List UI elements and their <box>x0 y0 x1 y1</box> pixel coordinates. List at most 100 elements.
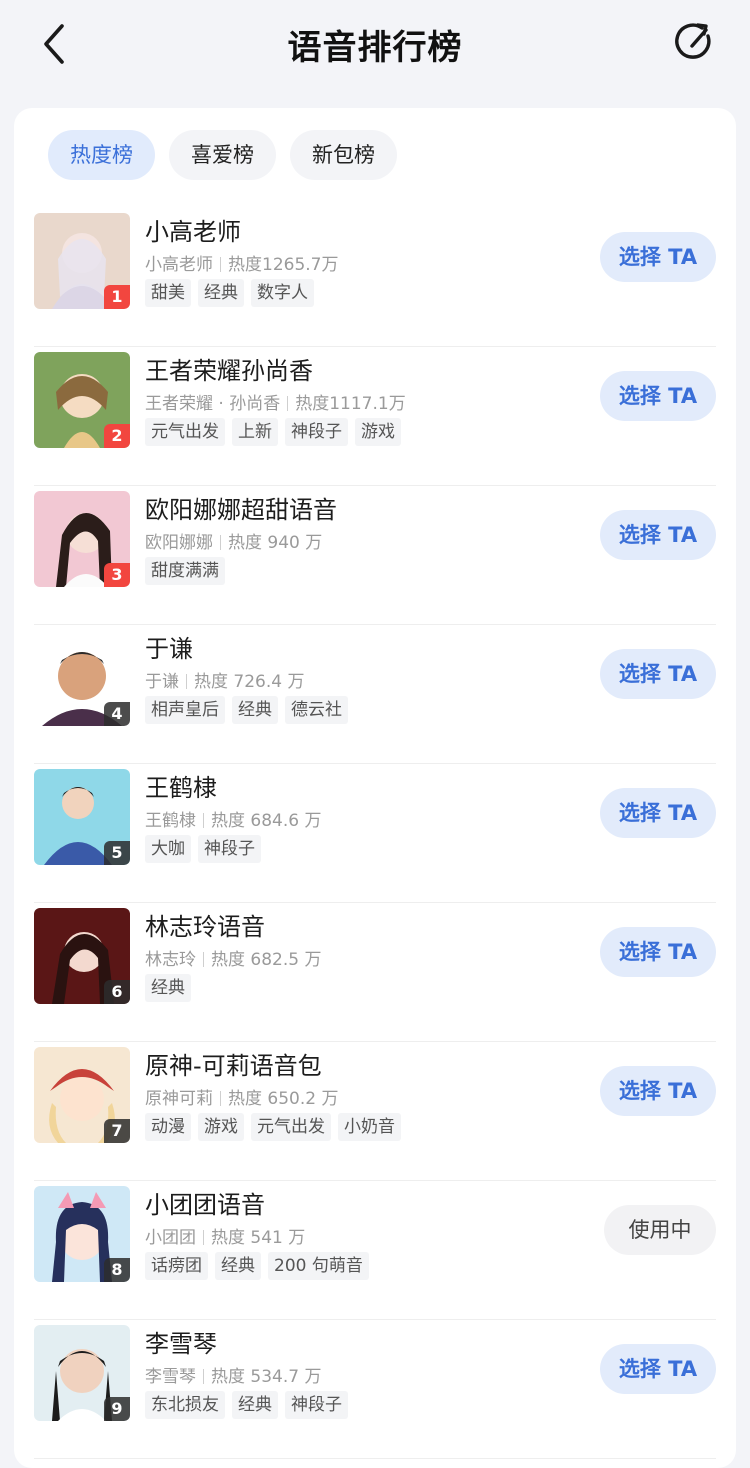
tag-list: 动漫 游戏 元气出发 小奶音 <box>145 1113 401 1141</box>
tag: 大咖 <box>145 835 191 863</box>
tag: 游戏 <box>198 1113 244 1141</box>
voice-meta: 王者荣耀 · 孙尚香 热度1117.1万 <box>145 389 406 414</box>
tag: 游戏 <box>355 418 401 446</box>
voice-meta: 林志玲 热度 682.5 万 <box>145 945 321 970</box>
ranking-tabs: 热度榜 喜爱榜 新包榜 <box>48 130 397 180</box>
voice-meta: 李雪琴 热度 534.7 万 <box>145 1362 321 1387</box>
meta-divider <box>203 952 204 967</box>
tag: 东北损友 <box>145 1391 225 1419</box>
select-button[interactable]: 选择 TA <box>600 510 716 560</box>
avatar: 6 <box>34 908 130 1004</box>
avatar: 7 <box>34 1047 130 1143</box>
rank-badge: 8 <box>104 1258 130 1282</box>
heat-count: 热度 726.4 万 <box>194 672 305 692</box>
in-use-button[interactable]: 使用中 <box>604 1205 716 1255</box>
rank-badge: 9 <box>104 1397 130 1421</box>
list-item: 7 原神-可莉语音包 原神可莉 热度 650.2 万 动漫 游戏 元气出发 小奶音… <box>34 1042 716 1181</box>
avatar: 2 <box>34 352 130 448</box>
list-item: 1 小高老师 小高老师 热度1265.7万 甜美 经典 数字人 选择 TA <box>34 208 716 347</box>
avatar: 5 <box>34 769 130 865</box>
avatar: 1 <box>34 213 130 309</box>
select-button[interactable]: 选择 TA <box>600 232 716 282</box>
voice-source: 原神可莉 <box>145 1089 213 1109</box>
voice-meta: 于谦 热度 726.4 万 <box>145 667 304 692</box>
tag: 经典 <box>198 279 244 307</box>
heat-count: 热度1265.7万 <box>228 255 339 275</box>
voice-name: 于谦 <box>145 635 193 663</box>
refresh-icon[interactable] <box>672 20 716 64</box>
tag: 小奶音 <box>338 1113 401 1141</box>
rank-badge: 5 <box>104 841 130 865</box>
list-item: 2 王者荣耀孙尚香 王者荣耀 · 孙尚香 热度1117.1万 元气出发 上新 神段… <box>34 347 716 486</box>
tag: 动漫 <box>145 1113 191 1141</box>
tag: 经典 <box>145 974 191 1002</box>
heat-count: 热度 940 万 <box>228 533 323 553</box>
avatar: 4 <box>34 630 130 726</box>
tag-list: 东北损友 经典 神段子 <box>145 1391 348 1419</box>
voice-name: 王者荣耀孙尚香 <box>145 357 313 385</box>
tag: 元气出发 <box>145 418 225 446</box>
voice-source: 小团团 <box>145 1228 196 1248</box>
page-title: 语音排行榜 <box>287 28 463 68</box>
tag: 神段子 <box>198 835 261 863</box>
select-button[interactable]: 选择 TA <box>600 649 716 699</box>
list-item: 3 欧阳娜娜超甜语音 欧阳娜娜 热度 940 万 甜度满满 选择 TA <box>34 486 716 625</box>
voice-source: 王者荣耀 · 孙尚香 <box>145 394 281 414</box>
meta-divider <box>287 396 289 411</box>
top-bar: 语音排行榜 <box>0 0 750 88</box>
rank-badge: 7 <box>104 1119 130 1143</box>
voice-name: 小团团语音 <box>145 1191 265 1219</box>
list-item: 4 于谦 于谦 热度 726.4 万 相声皇后 经典 德云社 选择 TA <box>34 625 716 764</box>
voice-meta: 王鹤棣 热度 684.6 万 <box>145 806 321 831</box>
tag: 200 句萌音 <box>268 1252 369 1280</box>
heat-count: 热度1117.1万 <box>295 394 406 414</box>
list-item: 6 林志玲语音 林志玲 热度 682.5 万 经典 选择 TA <box>34 903 716 1042</box>
tag-list: 元气出发 上新 神段子 游戏 <box>145 418 401 446</box>
select-button[interactable]: 选择 TA <box>600 927 716 977</box>
tab-new[interactable]: 新包榜 <box>290 130 397 180</box>
select-button[interactable]: 选择 TA <box>600 788 716 838</box>
tag-list: 甜度满满 <box>145 557 225 585</box>
tag: 神段子 <box>285 418 348 446</box>
select-button[interactable]: 选择 TA <box>600 1066 716 1116</box>
tag: 甜美 <box>145 279 191 307</box>
tag-list: 经典 <box>145 974 191 1002</box>
rank-badge: 1 <box>104 285 130 309</box>
voice-name: 李雪琴 <box>145 1330 217 1358</box>
voice-source: 欧阳娜娜 <box>145 533 213 553</box>
voice-meta: 欧阳娜娜 热度 940 万 <box>145 528 322 553</box>
tag: 元气出发 <box>251 1113 331 1141</box>
select-button[interactable]: 选择 TA <box>600 1344 716 1394</box>
rank-badge: 2 <box>104 424 130 448</box>
tag: 甜度满满 <box>145 557 225 585</box>
voice-source: 李雪琴 <box>145 1367 196 1387</box>
voice-name: 欧阳娜娜超甜语音 <box>145 496 337 524</box>
voice-source: 林志玲 <box>145 950 196 970</box>
heat-count: 热度 682.5 万 <box>211 950 322 970</box>
meta-divider <box>220 535 221 550</box>
rank-badge: 3 <box>104 563 130 587</box>
voice-name: 林志玲语音 <box>145 913 265 941</box>
ranking-list: 1 小高老师 小高老师 热度1265.7万 甜美 经典 数字人 选择 TA 2 王… <box>34 208 716 1459</box>
tag-list: 相声皇后 经典 德云社 <box>145 696 348 724</box>
rank-badge: 4 <box>104 702 130 726</box>
voice-name: 王鹤棣 <box>145 774 217 802</box>
ranking-card: 热度榜 喜爱榜 新包榜 1 小高老师 小高老师 热度1265.7万 甜美 经典 数… <box>14 108 736 1468</box>
select-button[interactable]: 选择 TA <box>600 371 716 421</box>
tag-list: 甜美 经典 数字人 <box>145 279 314 307</box>
tab-favorite[interactable]: 喜爱榜 <box>169 130 276 180</box>
tab-hot[interactable]: 热度榜 <box>48 130 155 180</box>
heat-count: 热度 684.6 万 <box>211 811 322 831</box>
voice-meta: 原神可莉 热度 650.2 万 <box>145 1084 338 1109</box>
voice-name: 原神-可莉语音包 <box>145 1052 322 1080</box>
heat-count: 热度 534.7 万 <box>211 1367 322 1387</box>
tag: 经典 <box>215 1252 261 1280</box>
rank-badge: 6 <box>104 980 130 1004</box>
voice-meta: 小高老师 热度1265.7万 <box>145 250 338 275</box>
voice-source: 小高老师 <box>145 255 213 275</box>
avatar: 9 <box>34 1325 130 1421</box>
meta-divider <box>220 257 221 272</box>
meta-divider <box>186 674 187 689</box>
heat-count: 热度 541 万 <box>211 1228 306 1248</box>
tag: 相声皇后 <box>145 696 225 724</box>
